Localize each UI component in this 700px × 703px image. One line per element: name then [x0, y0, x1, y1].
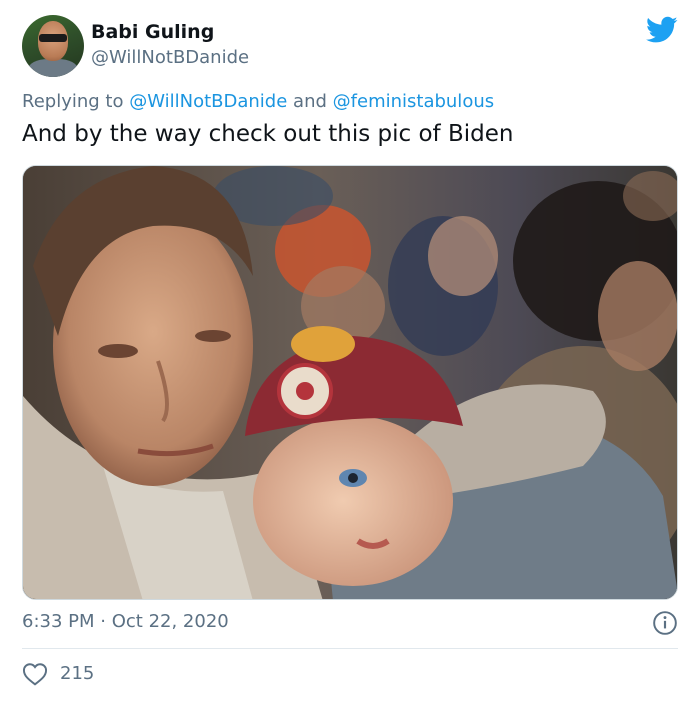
tweet-date: Oct 22, 2020 [111, 611, 229, 632]
divider [22, 648, 678, 649]
reply-context: Replying to @WillNotBDanide and @feminis… [22, 91, 494, 112]
reply-mention-1[interactable]: @WillNotBDanide [129, 91, 287, 112]
info-icon[interactable] [652, 610, 678, 636]
timestamp-separator: · [100, 611, 106, 632]
author-display-name[interactable]: Babi Guling [91, 21, 214, 43]
reply-prefix: Replying to [22, 91, 124, 112]
tweet-photo[interactable] [22, 165, 678, 600]
heart-icon[interactable] [22, 662, 48, 686]
photo-man-with-child-icon [23, 166, 677, 599]
twitter-bird-icon[interactable] [646, 16, 678, 44]
author-avatar[interactable] [22, 15, 84, 77]
reply-mention-2[interactable]: @feministabulous [333, 91, 494, 112]
tweet-card: Babi Guling @WillNotBDanide Replying to … [0, 0, 700, 703]
tweet-text: And by the way check out this pic of Bid… [22, 121, 514, 147]
tweet-time: 6:33 PM [22, 611, 95, 632]
reply-joiner: and [293, 91, 327, 112]
like-count: 215 [60, 663, 95, 684]
author-handle[interactable]: @WillNotBDanide [91, 47, 249, 68]
tweet-timestamp[interactable]: 6:33 PM · Oct 22, 2020 [22, 611, 229, 632]
